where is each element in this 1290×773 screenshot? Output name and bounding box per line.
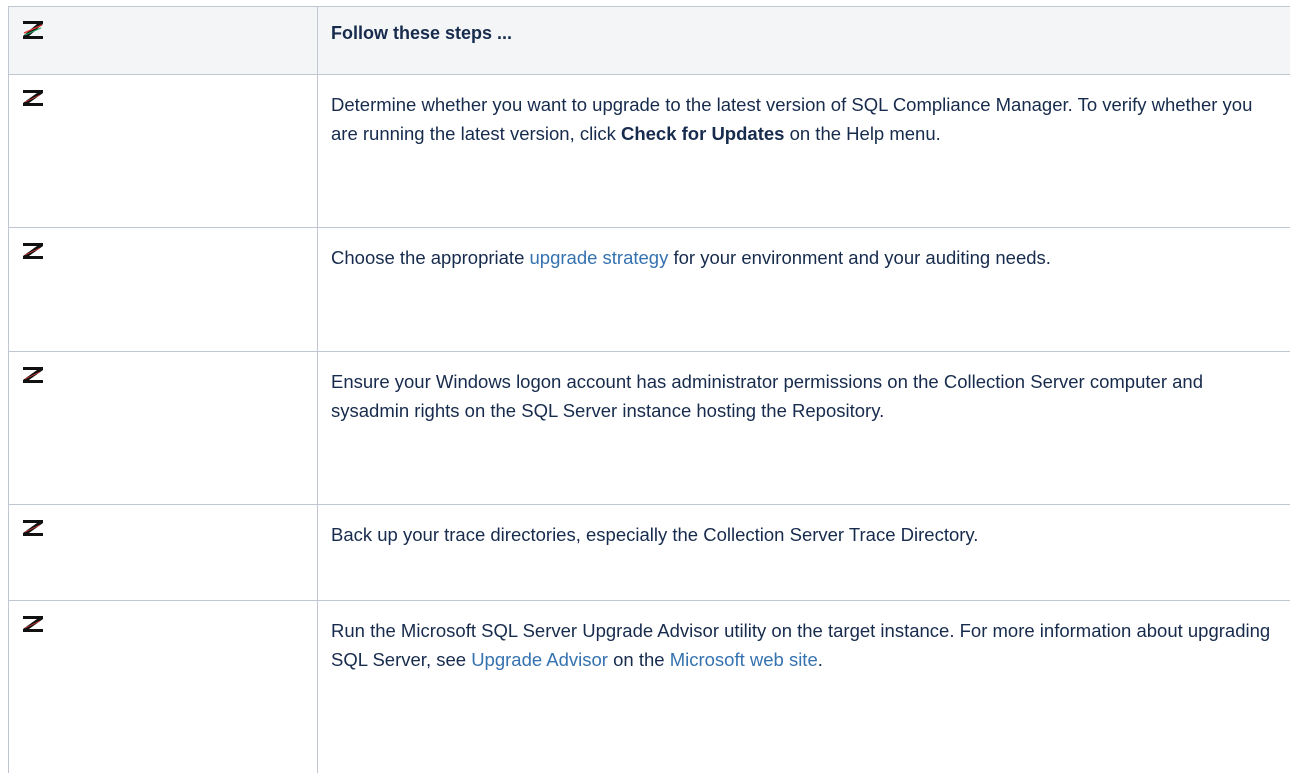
check-for-updates-label: Check for Updates [621,123,784,144]
step-text: Choose the appropriate upgrade strategy … [318,228,1290,352]
row-icon-cell [9,75,318,228]
header-icon-cell [9,7,318,75]
step-text: Run the Microsoft SQL Server Upgrade Adv… [318,601,1290,773]
step-text: Back up your trace directories, especial… [318,505,1290,601]
table-row: Choose the appropriate upgrade strategy … [9,228,1290,352]
microsoft-web-site-link[interactable]: Microsoft web site [670,649,818,670]
checkbox-icon [21,364,45,386]
step-text: Determine whether you want to upgrade to… [318,75,1290,228]
table-row: Back up your trace directories, especial… [9,505,1290,601]
steps-table: Follow these steps ... Determine whether… [8,6,1290,773]
upgrade-strategy-link[interactable]: upgrade strategy [530,247,669,268]
row-icon-cell [9,505,318,601]
step-text-part: Choose the appropriate [331,247,530,268]
step-text: Ensure your Windows logon account has ad… [318,352,1290,505]
table-row: Determine whether you want to upgrade to… [9,75,1290,228]
step-text-part: . [818,649,823,670]
step-text-part: on the [608,649,670,670]
table-row: Run the Microsoft SQL Server Upgrade Adv… [9,601,1290,773]
checkbox-icon [21,240,45,262]
checkbox-icon [21,613,45,635]
checkbox-icon [21,87,45,109]
header-steps-title: Follow these steps ... [318,7,1290,75]
row-icon-cell [9,352,318,505]
step-text-part: on the Help menu. [784,123,940,144]
upgrade-advisor-link[interactable]: Upgrade Advisor [471,649,608,670]
table-header-row: Follow these steps ... [9,7,1290,75]
checkbox-icon [21,517,45,539]
step-text-part: for your environment and your auditing n… [668,247,1051,268]
checkbox-header-icon [21,19,45,41]
row-icon-cell [9,601,318,773]
row-icon-cell [9,228,318,352]
table-row: Ensure your Windows logon account has ad… [9,352,1290,505]
